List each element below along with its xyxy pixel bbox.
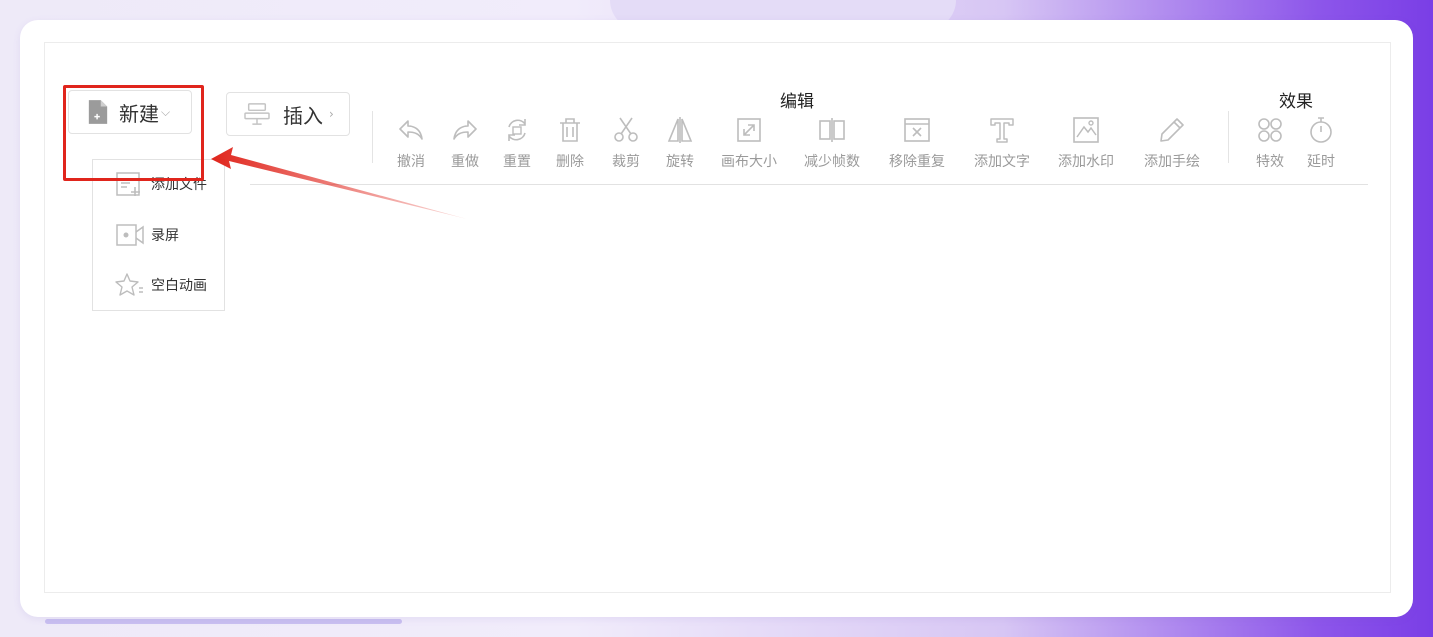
group-label-edit: 编辑	[780, 92, 814, 112]
dropdown-item-screen-record[interactable]: 录屏	[115, 222, 179, 248]
reset-icon	[508, 119, 526, 141]
effects-icon	[1258, 118, 1282, 142]
blank-animation-icon	[115, 273, 143, 296]
tool-undo[interactable]: 撤消	[396, 115, 426, 171]
tool-canvas-size[interactable]: 画布大小	[721, 115, 777, 171]
watermark-icon	[1073, 117, 1099, 143]
tool-effects[interactable]: 特效	[1255, 115, 1285, 171]
editor-panel: 新建 ⌵ 插入 › 编辑 效果 撤消 重做 重置 删除 裁剪 旋转 画布大小 减…	[44, 42, 1391, 593]
new-file-icon	[88, 100, 108, 124]
text-icon	[990, 118, 1014, 143]
tool-add-text[interactable]: 添加文字	[974, 115, 1030, 171]
screen-record-icon	[116, 224, 144, 246]
tool-redo[interactable]: 重做	[450, 115, 480, 171]
tool-reduce-frames[interactable]: 减少帧数	[804, 115, 860, 171]
dropdown-item-label: 空白动画	[151, 278, 207, 294]
flip-icon	[667, 117, 693, 143]
new-button[interactable]: 新建 ⌵	[68, 90, 192, 134]
insert-icon	[244, 103, 270, 125]
toolbar-divider	[372, 111, 373, 163]
insert-button[interactable]: 插入 ›	[226, 92, 350, 136]
tool-remove-duplicate[interactable]: 移除重复	[889, 115, 945, 171]
scissors-icon	[614, 117, 638, 142]
timer-icon	[1310, 117, 1332, 143]
chevron-down-icon: ⌵	[161, 104, 171, 119]
reduce-frames-icon	[819, 118, 845, 142]
toolbar-divider-effects	[1228, 111, 1229, 163]
add-file-icon	[116, 172, 140, 196]
dropdown-item-label: 录屏	[151, 228, 179, 244]
insert-button-label: 插入	[283, 103, 323, 128]
trash-icon	[560, 118, 580, 142]
tool-rotate[interactable]: 旋转	[665, 115, 695, 171]
tool-crop[interactable]: 裁剪	[611, 115, 641, 171]
toolbar-bottom-divider	[250, 184, 1368, 185]
new-dropdown-menu: 添加文件 录屏 空白动画	[92, 159, 225, 311]
dropdown-item-label: 添加文件	[151, 177, 207, 193]
tool-delay[interactable]: 延时	[1306, 115, 1336, 171]
chevron-right-icon: ›	[329, 107, 334, 121]
background-scroll-bar	[45, 619, 402, 624]
tool-reset[interactable]: 重置	[502, 115, 532, 171]
main-card: 新建 ⌵ 插入 › 编辑 效果 撤消 重做 重置 删除 裁剪 旋转 画布大小 减…	[20, 20, 1413, 617]
remove-duplicate-icon	[904, 118, 930, 142]
new-button-label: 新建	[119, 101, 159, 126]
undo-icon	[399, 120, 423, 140]
tool-delete[interactable]: 删除	[555, 115, 585, 171]
tool-add-drawing[interactable]: 添加手绘	[1144, 115, 1200, 171]
annotation-arrow	[211, 147, 467, 219]
canvas-resize-icon	[737, 118, 761, 142]
dropdown-item-blank-animation[interactable]: 空白动画	[115, 272, 207, 298]
group-label-effect: 效果	[1279, 92, 1313, 112]
dropdown-item-add-file[interactable]: 添加文件	[115, 171, 207, 197]
pencil-icon	[1160, 118, 1184, 142]
tool-add-watermark[interactable]: 添加水印	[1058, 115, 1114, 171]
redo-icon	[453, 120, 477, 140]
